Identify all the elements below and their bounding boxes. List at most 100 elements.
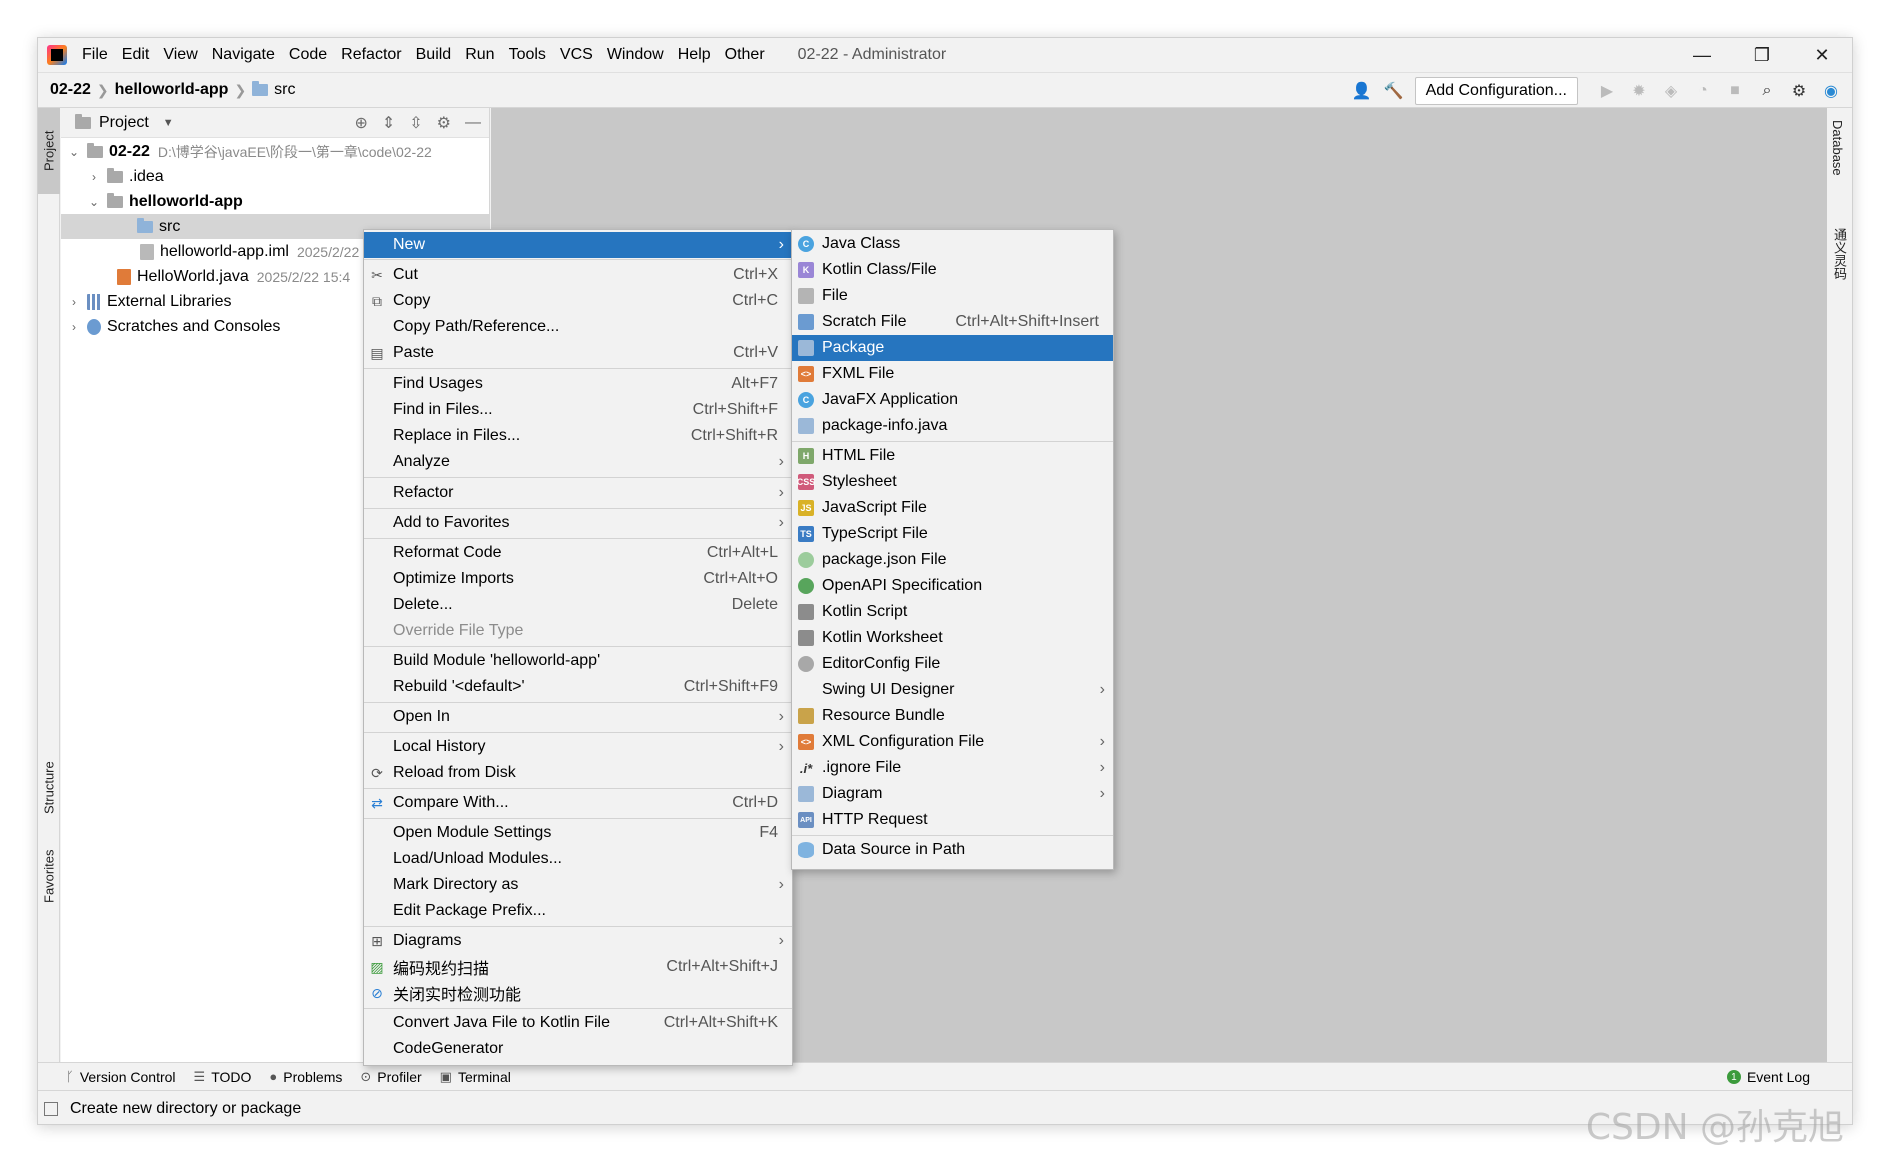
- minimize-button[interactable]: —: [1672, 38, 1732, 72]
- menu-item-copy[interactable]: ⧉ Copy Ctrl+C: [364, 288, 792, 314]
- coverage-icon[interactable]: ◈: [1660, 80, 1682, 102]
- menu-item-code-scan[interactable]: ▨ 编码规约扫描 Ctrl+Alt+Shift+J: [364, 954, 792, 980]
- menu-item-paste[interactable]: ▤ Paste Ctrl+V: [364, 340, 792, 366]
- submenu-item-kotlin-class[interactable]: K Kotlin Class/File: [792, 257, 1113, 283]
- menu-file[interactable]: File: [75, 38, 115, 72]
- menu-item-copy-path[interactable]: Copy Path/Reference...: [364, 314, 792, 340]
- settings-gear-icon[interactable]: ⚙: [1788, 80, 1810, 102]
- database-tool-tab[interactable]: Database: [1830, 120, 1845, 176]
- menu-item-refactor[interactable]: Refactor ›: [364, 480, 792, 506]
- assistant-tool-tab[interactable]: 通义灵码: [1830, 228, 1849, 280]
- close-button[interactable]: ✕: [1792, 38, 1852, 72]
- submenu-item-editorconfig[interactable]: EditorConfig File: [792, 651, 1113, 677]
- project-panel-title[interactable]: Project: [99, 114, 149, 132]
- collapse-all-icon[interactable]: ⇳: [409, 113, 422, 133]
- submenu-item-package-info[interactable]: package-info.java: [792, 413, 1113, 439]
- chevron-down-icon[interactable]: ▼: [163, 117, 174, 129]
- tab-version-control[interactable]: ᚴ Version Control: [66, 1069, 176, 1085]
- menu-item-open-in[interactable]: Open In ›: [364, 704, 792, 730]
- plugin-icon[interactable]: ◉: [1820, 80, 1842, 102]
- tree-item-helloworld-app[interactable]: ⌄ helloworld-app: [61, 189, 490, 214]
- menu-run[interactable]: Run: [458, 38, 501, 72]
- submenu-item-typescript-file[interactable]: TS TypeScript File: [792, 521, 1113, 547]
- menu-item-load-unload-modules[interactable]: Load/Unload Modules...: [364, 846, 792, 872]
- submenu-item-http-request[interactable]: API HTTP Request: [792, 807, 1113, 833]
- submenu-item-xml-config[interactable]: <> XML Configuration File ›: [792, 729, 1113, 755]
- user-icon[interactable]: 👤: [1351, 80, 1373, 102]
- menu-item-code-generator[interactable]: CodeGenerator: [364, 1036, 792, 1062]
- submenu-item-package[interactable]: Package: [792, 335, 1113, 361]
- submenu-item-data-source[interactable]: Data Source in Path: [792, 837, 1113, 863]
- submenu-item-html-file[interactable]: H HTML File: [792, 443, 1113, 469]
- structure-tool-tab[interactable]: Structure: [38, 750, 60, 826]
- hide-panel-icon[interactable]: —: [465, 114, 481, 132]
- chevron-right-icon[interactable]: ›: [67, 295, 81, 309]
- menu-edit[interactable]: Edit: [115, 38, 157, 72]
- menu-item-replace-in-files[interactable]: Replace in Files... Ctrl+Shift+R: [364, 423, 792, 449]
- submenu-item-javascript-file[interactable]: JS JavaScript File: [792, 495, 1113, 521]
- menu-item-analyze[interactable]: Analyze ›: [364, 449, 792, 475]
- event-log-button[interactable]: 1 Event Log: [1726, 1063, 1810, 1091]
- submenu-item-java-class[interactable]: C Java Class: [792, 231, 1113, 257]
- menu-item-convert-to-kotlin[interactable]: Convert Java File to Kotlin File Ctrl+Alt…: [364, 1010, 792, 1036]
- gear-icon[interactable]: ⚙: [437, 113, 451, 133]
- chevron-right-icon[interactable]: ›: [87, 170, 101, 184]
- submenu-item-scratch-file[interactable]: Scratch File Ctrl+Alt+Shift+Insert: [792, 309, 1113, 335]
- menu-help[interactable]: Help: [671, 38, 718, 72]
- chevron-down-icon[interactable]: ⌄: [87, 195, 101, 209]
- submenu-item-openapi[interactable]: OpenAPI Specification: [792, 573, 1113, 599]
- profile-icon[interactable]: ◔: [1692, 80, 1714, 102]
- submenu-item-package-json[interactable]: package.json File: [792, 547, 1113, 573]
- menu-window[interactable]: Window: [600, 38, 671, 72]
- submenu-item-kotlin-script[interactable]: Kotlin Script: [792, 599, 1113, 625]
- submenu-item-swing-ui-designer[interactable]: Swing UI Designer ›: [792, 677, 1113, 703]
- menu-item-mark-directory-as[interactable]: Mark Directory as ›: [364, 872, 792, 898]
- build-hammer-icon[interactable]: 🔨: [1383, 80, 1405, 102]
- breadcrumb-module[interactable]: helloworld-app: [109, 81, 235, 99]
- submenu-item-fxml-file[interactable]: <> FXML File: [792, 361, 1113, 387]
- submenu-item-stylesheet[interactable]: CSS Stylesheet: [792, 469, 1113, 495]
- menu-build[interactable]: Build: [409, 38, 459, 72]
- chevron-down-icon[interactable]: ⌄: [67, 145, 81, 159]
- menu-item-reload-from-disk[interactable]: ⟳ Reload from Disk: [364, 760, 792, 786]
- tab-problems[interactable]: ● Problems: [269, 1069, 342, 1085]
- menu-item-edit-package-prefix[interactable]: Edit Package Prefix...: [364, 898, 792, 924]
- menu-item-diagrams[interactable]: ⊞ Diagrams ›: [364, 928, 792, 954]
- project-tool-tab[interactable]: Project: [38, 108, 60, 194]
- tree-item-project-root[interactable]: ⌄ 02-22 D:\博学谷\javaEE\阶段一\第一章\code\02-22: [61, 139, 490, 164]
- run-icon[interactable]: ▶: [1596, 80, 1618, 102]
- submenu-item-diagram[interactable]: Diagram ›: [792, 781, 1113, 807]
- menu-item-optimize-imports[interactable]: Optimize Imports Ctrl+Alt+O: [364, 566, 792, 592]
- menu-item-disable-realtime-check[interactable]: ⊘ 关闭实时检测功能: [364, 980, 792, 1006]
- debug-icon[interactable]: ✹: [1628, 80, 1650, 102]
- expand-all-icon[interactable]: ⇕: [382, 113, 395, 133]
- menu-item-find-in-files[interactable]: Find in Files... Ctrl+Shift+F: [364, 397, 792, 423]
- menu-item-build-module[interactable]: Build Module 'helloworld-app': [364, 648, 792, 674]
- menu-item-reformat-code[interactable]: Reformat Code Ctrl+Alt+L: [364, 540, 792, 566]
- menu-tools[interactable]: Tools: [502, 38, 553, 72]
- tab-terminal[interactable]: ▣ Terminal: [440, 1069, 511, 1085]
- menu-item-local-history[interactable]: Local History ›: [364, 734, 792, 760]
- search-icon[interactable]: ⌕: [1756, 80, 1778, 102]
- submenu-item-ignore-file[interactable]: .i* .ignore File ›: [792, 755, 1113, 781]
- locate-file-icon[interactable]: ⊕: [354, 113, 367, 133]
- menu-item-new[interactable]: New ›: [364, 232, 792, 258]
- tab-profiler[interactable]: ⊙ Profiler: [360, 1069, 421, 1085]
- tree-item-idea[interactable]: › .idea: [61, 164, 490, 189]
- menu-item-cut[interactable]: ✂ Cut Ctrl+X: [364, 262, 792, 288]
- add-configuration-button[interactable]: Add Configuration...: [1414, 77, 1578, 105]
- menu-code[interactable]: Code: [282, 38, 334, 72]
- breadcrumb-project[interactable]: 02-22: [44, 81, 97, 99]
- menu-item-rebuild[interactable]: Rebuild '<default>' Ctrl+Shift+F9: [364, 674, 792, 700]
- menu-other[interactable]: Other: [718, 38, 772, 72]
- breadcrumb-src[interactable]: src: [246, 81, 301, 99]
- menu-item-find-usages[interactable]: Find Usages Alt+F7: [364, 371, 792, 397]
- menu-item-add-to-favorites[interactable]: Add to Favorites ›: [364, 510, 792, 536]
- menu-item-compare-with[interactable]: ⇄ Compare With... Ctrl+D: [364, 790, 792, 816]
- submenu-item-file[interactable]: File: [792, 283, 1113, 309]
- menu-refactor[interactable]: Refactor: [334, 38, 408, 72]
- menu-vcs[interactable]: VCS: [553, 38, 600, 72]
- tab-todo[interactable]: ☰ TODO: [194, 1069, 252, 1085]
- restore-button[interactable]: ❐: [1732, 38, 1792, 72]
- submenu-item-resource-bundle[interactable]: Resource Bundle: [792, 703, 1113, 729]
